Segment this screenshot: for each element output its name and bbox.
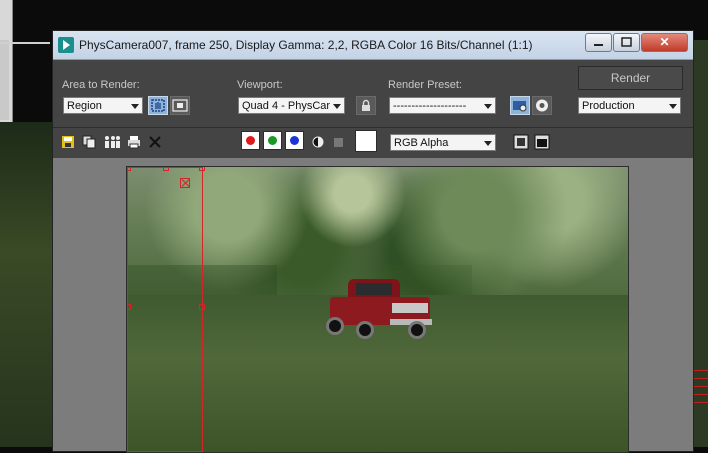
image-toolbar: RGB Alpha — [53, 127, 693, 158]
clone-window-icon[interactable] — [103, 135, 121, 149]
viewport-dropdown[interactable]: Quad 4 - PhysCar — [238, 97, 345, 114]
rendered-image — [126, 166, 629, 453]
close-icon: ✕ — [659, 35, 670, 49]
close-button[interactable]: ✕ — [641, 33, 688, 52]
green-channel-icon — [268, 136, 277, 145]
area-to-render-value: Region — [67, 100, 102, 112]
render-options-panel: Area to Render: Region Viewport: Quad 4 … — [53, 60, 693, 126]
blue-channel-icon — [290, 136, 299, 145]
display-channel-value: RGB Alpha — [394, 137, 449, 149]
background-color-swatch[interactable] — [355, 130, 377, 152]
background-window-edge — [0, 0, 13, 122]
render-button[interactable]: Render — [578, 66, 683, 90]
display-channel-dropdown[interactable]: RGB Alpha — [390, 134, 496, 151]
area-to-render-dropdown[interactable]: Region — [63, 97, 143, 114]
print-icon[interactable] — [127, 135, 141, 149]
red-channel-toggle[interactable] — [241, 131, 260, 150]
render-preset-value: -------------------- — [393, 100, 467, 112]
region-handle[interactable] — [127, 167, 131, 171]
red-channel-icon — [246, 136, 255, 145]
monochrome-icon[interactable] — [332, 135, 346, 149]
minimize-button[interactable] — [585, 33, 612, 52]
blue-channel-toggle[interactable] — [285, 131, 304, 150]
maximize-button[interactable] — [613, 33, 640, 52]
render-setup-button[interactable] — [510, 96, 530, 115]
background-viewport-left — [0, 122, 55, 447]
teapot-icon — [536, 99, 548, 112]
minimize-icon — [594, 44, 603, 46]
toggle-ui-overlays-icon[interactable] — [513, 134, 529, 150]
render-region-frame[interactable] — [127, 167, 205, 452]
alpha-channel-icon[interactable] — [311, 135, 325, 149]
copy-icon[interactable] — [82, 135, 96, 149]
edit-region-button[interactable] — [148, 96, 168, 115]
region-handle[interactable] — [163, 167, 169, 171]
render-preset-dropdown[interactable]: -------------------- — [389, 97, 496, 114]
rendered-frame-window: PhysCamera007, frame 250, Display Gamma:… — [52, 30, 694, 453]
background-divider — [0, 42, 50, 44]
region-icon — [172, 99, 188, 112]
render-preset-label: Render Preset: — [388, 79, 462, 91]
region-handle[interactable] — [127, 304, 131, 310]
lock-viewport-button[interactable] — [356, 96, 376, 115]
green-channel-toggle[interactable] — [263, 131, 282, 150]
viewport-label: Viewport: — [237, 79, 283, 91]
render-setup-icon — [513, 101, 527, 112]
save-icon[interactable] — [61, 135, 75, 149]
viewport-value: Quad 4 - PhysCar — [242, 100, 331, 112]
production-dropdown[interactable]: Production — [578, 97, 681, 114]
toggle-ui-icon[interactable] — [534, 134, 550, 150]
environment-effects-button[interactable] — [532, 96, 552, 115]
region-close-icon[interactable] — [180, 178, 190, 188]
maximize-icon — [621, 37, 632, 47]
pickup-truck — [320, 277, 438, 343]
clear-icon[interactable] — [148, 135, 162, 149]
production-value: Production — [582, 100, 635, 112]
lock-icon — [362, 99, 370, 111]
title-bar[interactable]: PhysCamera007, frame 250, Display Gamma:… — [53, 31, 693, 60]
region-handle[interactable] — [199, 167, 205, 171]
window-title: PhysCamera007, frame 250, Display Gamma:… — [79, 38, 533, 52]
hand-icon — [151, 99, 165, 112]
auto-region-button[interactable] — [170, 96, 190, 115]
render-canvas[interactable] — [53, 158, 693, 453]
region-handle[interactable] — [199, 304, 205, 310]
area-to-render-label: Area to Render: — [62, 79, 140, 91]
app-logo-icon — [58, 37, 74, 53]
